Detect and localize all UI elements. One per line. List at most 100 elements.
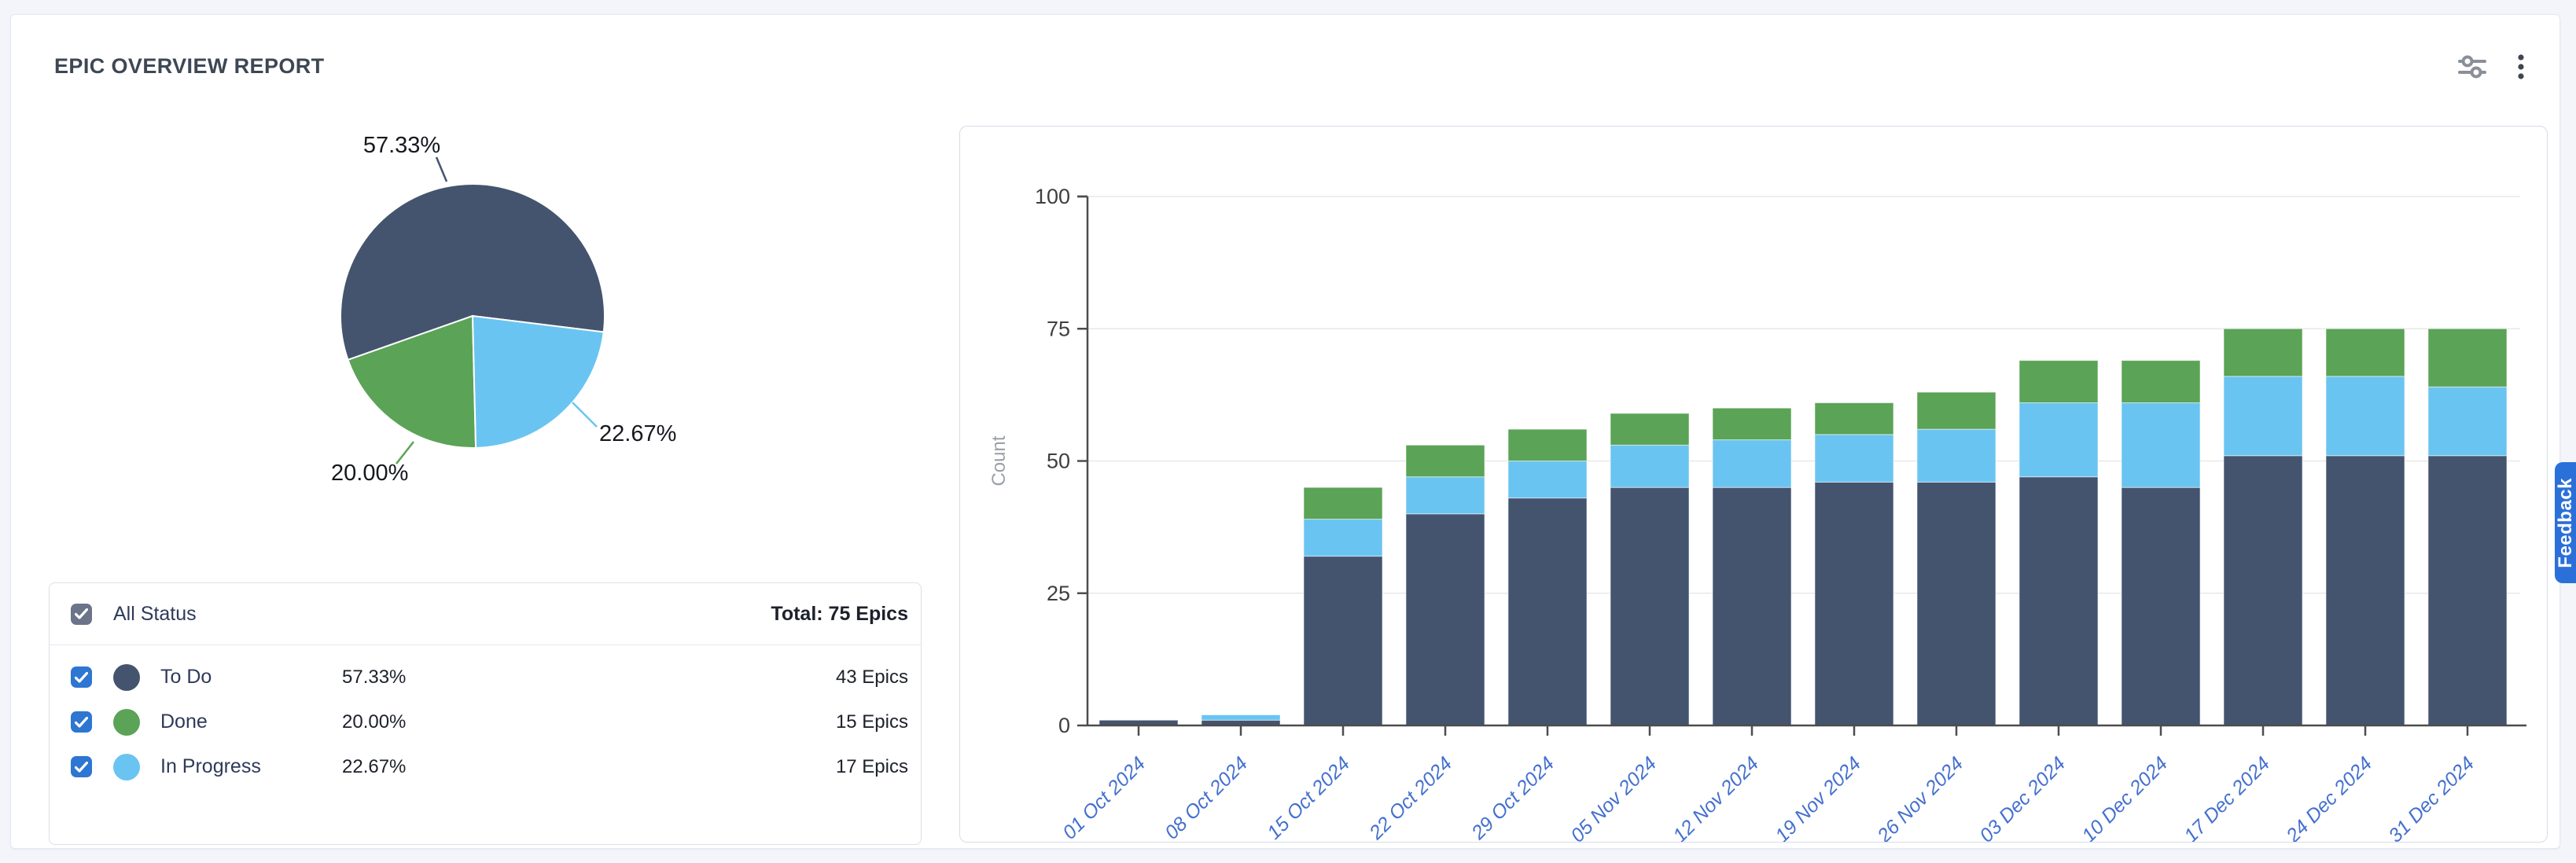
bar-segment-done[interactable] bbox=[2326, 329, 2405, 376]
bar-segment-in-progress[interactable] bbox=[1713, 440, 1791, 488]
x-date-label[interactable]: 19 Nov 2024 bbox=[1771, 752, 1865, 842]
x-date-label[interactable]: 26 Nov 2024 bbox=[1872, 752, 1967, 842]
bar-segment-to-do[interactable] bbox=[1713, 487, 1791, 725]
todo-checkbox[interactable] bbox=[71, 667, 92, 688]
bar-segment-done[interactable] bbox=[1713, 408, 1791, 439]
bar-segment-to-do[interactable] bbox=[2224, 456, 2302, 725]
bar-segment-in-progress[interactable] bbox=[2326, 376, 2405, 456]
legend-rows: To Do 57.33% 43 Epics Done 20.00% 15 Epi… bbox=[50, 645, 921, 789]
bar-segment-done[interactable] bbox=[1815, 402, 1893, 434]
pie-slice-in-progress[interactable] bbox=[473, 316, 604, 448]
x-date-label[interactable]: 10 Dec 2024 bbox=[2077, 752, 2172, 842]
legend-row-todo: To Do 57.33% 43 Epics bbox=[50, 655, 921, 700]
bar-segment-to-do[interactable] bbox=[2326, 456, 2405, 725]
bar-segment-in-progress[interactable] bbox=[2428, 387, 2507, 455]
legend-total: Total: 75 Epics bbox=[771, 603, 908, 626]
bar-segment-to-do[interactable] bbox=[1508, 498, 1587, 725]
bar-segment-in-progress[interactable] bbox=[1304, 520, 1382, 556]
bar-segment-done[interactable] bbox=[2224, 329, 2302, 376]
pie-percent-label: 22.67% bbox=[599, 421, 676, 446]
bar-segment-in-progress[interactable] bbox=[1815, 435, 1893, 483]
pie-percent-label: 20.00% bbox=[331, 461, 408, 486]
bar-segment-to-do[interactable] bbox=[2122, 487, 2200, 725]
x-date-label[interactable]: 12 Nov 2024 bbox=[1669, 752, 1763, 842]
bar-segment-to-do[interactable] bbox=[1815, 482, 1893, 725]
bar-segment-done[interactable] bbox=[2122, 361, 2200, 403]
bar-segment-done[interactable] bbox=[1610, 413, 1689, 445]
report-card: EPIC OVERVIEW REPORT 57.33% 20.00% 22.67% bbox=[10, 14, 2560, 849]
y-axis-label: Count bbox=[988, 435, 1010, 486]
bar-segment-to-do[interactable] bbox=[2428, 456, 2507, 725]
y-tick-label: 0 bbox=[1058, 714, 1070, 737]
all-status-label: All Status bbox=[113, 603, 197, 626]
pie-label-leader bbox=[572, 402, 597, 427]
bar-segment-done[interactable] bbox=[2428, 329, 2507, 387]
bar-segment-in-progress[interactable] bbox=[1406, 477, 1485, 514]
x-date-label[interactable]: 01 Oct 2024 bbox=[1058, 752, 1150, 842]
bar-segment-done[interactable] bbox=[1508, 429, 1587, 461]
sliders-icon bbox=[2456, 51, 2488, 83]
bar-segment-done[interactable] bbox=[1406, 445, 1485, 476]
x-date-label[interactable]: 08 Oct 2024 bbox=[1161, 752, 1252, 842]
done-percent: 20.00% bbox=[342, 711, 406, 733]
bar-segment-in-progress[interactable] bbox=[2122, 402, 2200, 487]
all-status-checkbox[interactable] bbox=[71, 604, 92, 625]
bar-segment-in-progress[interactable] bbox=[2224, 376, 2302, 456]
done-color-swatch bbox=[113, 709, 140, 736]
todo-percent: 57.33% bbox=[342, 667, 406, 689]
stacked-bar-chart[interactable]: 0 25 50 75 100 Count 01 Oct 202408 Oct 202415 … bbox=[960, 127, 2547, 842]
bar-segment-done[interactable] bbox=[2019, 361, 2098, 403]
done-label: Done bbox=[160, 711, 208, 733]
report-title: EPIC OVERVIEW REPORT bbox=[54, 54, 325, 79]
epics-over-time-chart-card: 0 25 50 75 100 Count 01 Oct 202408 Oct 202415 … bbox=[959, 126, 2548, 843]
chart-settings-button[interactable] bbox=[2455, 50, 2490, 84]
todo-count: 43 Epics bbox=[836, 667, 908, 689]
y-tick-label: 50 bbox=[1047, 450, 1070, 473]
x-date-label[interactable]: 29 Oct 2024 bbox=[1466, 752, 1558, 842]
legend-row-done: Done 20.00% 15 Epics bbox=[50, 700, 921, 744]
pie-label-leader bbox=[436, 157, 447, 182]
x-date-label[interactable]: 03 Dec 2024 bbox=[1975, 752, 2070, 842]
in-progress-checkbox[interactable] bbox=[71, 756, 92, 777]
in-progress-label: In Progress bbox=[160, 755, 261, 778]
bar-segment-to-do[interactable] bbox=[2019, 477, 2098, 725]
in-progress-count: 17 Epics bbox=[836, 756, 908, 778]
x-date-label[interactable]: 05 Nov 2024 bbox=[1566, 752, 1661, 842]
x-date-label[interactable]: 15 Oct 2024 bbox=[1263, 752, 1354, 842]
check-icon bbox=[75, 608, 88, 619]
bar-segment-in-progress[interactable] bbox=[2019, 402, 2098, 476]
status-pie-chart[interactable]: 57.33%20.00%22.67% bbox=[278, 109, 719, 518]
bar-segment-in-progress[interactable] bbox=[1508, 461, 1587, 498]
check-icon bbox=[75, 717, 88, 728]
bar-segment-done[interactable] bbox=[1917, 392, 1996, 429]
bar-segment-in-progress[interactable] bbox=[1202, 715, 1280, 721]
feedback-label: Feedback bbox=[2555, 478, 2576, 568]
done-count: 15 Epics bbox=[836, 711, 908, 733]
y-tick-label: 25 bbox=[1047, 582, 1070, 605]
done-checkbox[interactable] bbox=[71, 711, 92, 733]
bar-segment-in-progress[interactable] bbox=[1610, 445, 1689, 487]
kebab-menu-icon bbox=[2505, 51, 2537, 83]
epic-overview-report-widget: EPIC OVERVIEW REPORT 57.33% 20.00% 22.67% bbox=[0, 0, 2576, 863]
feedback-button[interactable]: Feedback bbox=[2555, 462, 2576, 583]
check-icon bbox=[75, 672, 88, 683]
bar-segment-to-do[interactable] bbox=[1406, 514, 1485, 725]
bar-segment-to-do[interactable] bbox=[1610, 487, 1689, 725]
bar-segment-in-progress[interactable] bbox=[1917, 429, 1996, 482]
x-date-label[interactable]: 24 Dec 2024 bbox=[2281, 752, 2376, 842]
x-date-label[interactable]: 31 Dec 2024 bbox=[2384, 752, 2478, 842]
todo-color-swatch bbox=[113, 664, 140, 691]
more-options-button[interactable] bbox=[2504, 50, 2538, 84]
legend-all-status-row: All Status Total: 75 Epics bbox=[50, 583, 921, 645]
in-progress-color-swatch bbox=[113, 754, 140, 780]
y-tick-label: 75 bbox=[1047, 317, 1070, 340]
in-progress-percent: 22.67% bbox=[342, 756, 406, 778]
bar-segment-to-do[interactable] bbox=[1917, 482, 1996, 725]
bar-segment-done[interactable] bbox=[1304, 487, 1382, 519]
check-icon bbox=[75, 762, 88, 773]
x-date-label[interactable]: 17 Dec 2024 bbox=[2180, 752, 2274, 842]
y-tick-label: 100 bbox=[1035, 185, 1070, 208]
x-date-label[interactable]: 22 Oct 2024 bbox=[1364, 752, 1456, 842]
status-legend-card: All Status Total: 75 Epics To Do 57.33% … bbox=[49, 582, 922, 845]
bar-segment-to-do[interactable] bbox=[1304, 556, 1382, 725]
